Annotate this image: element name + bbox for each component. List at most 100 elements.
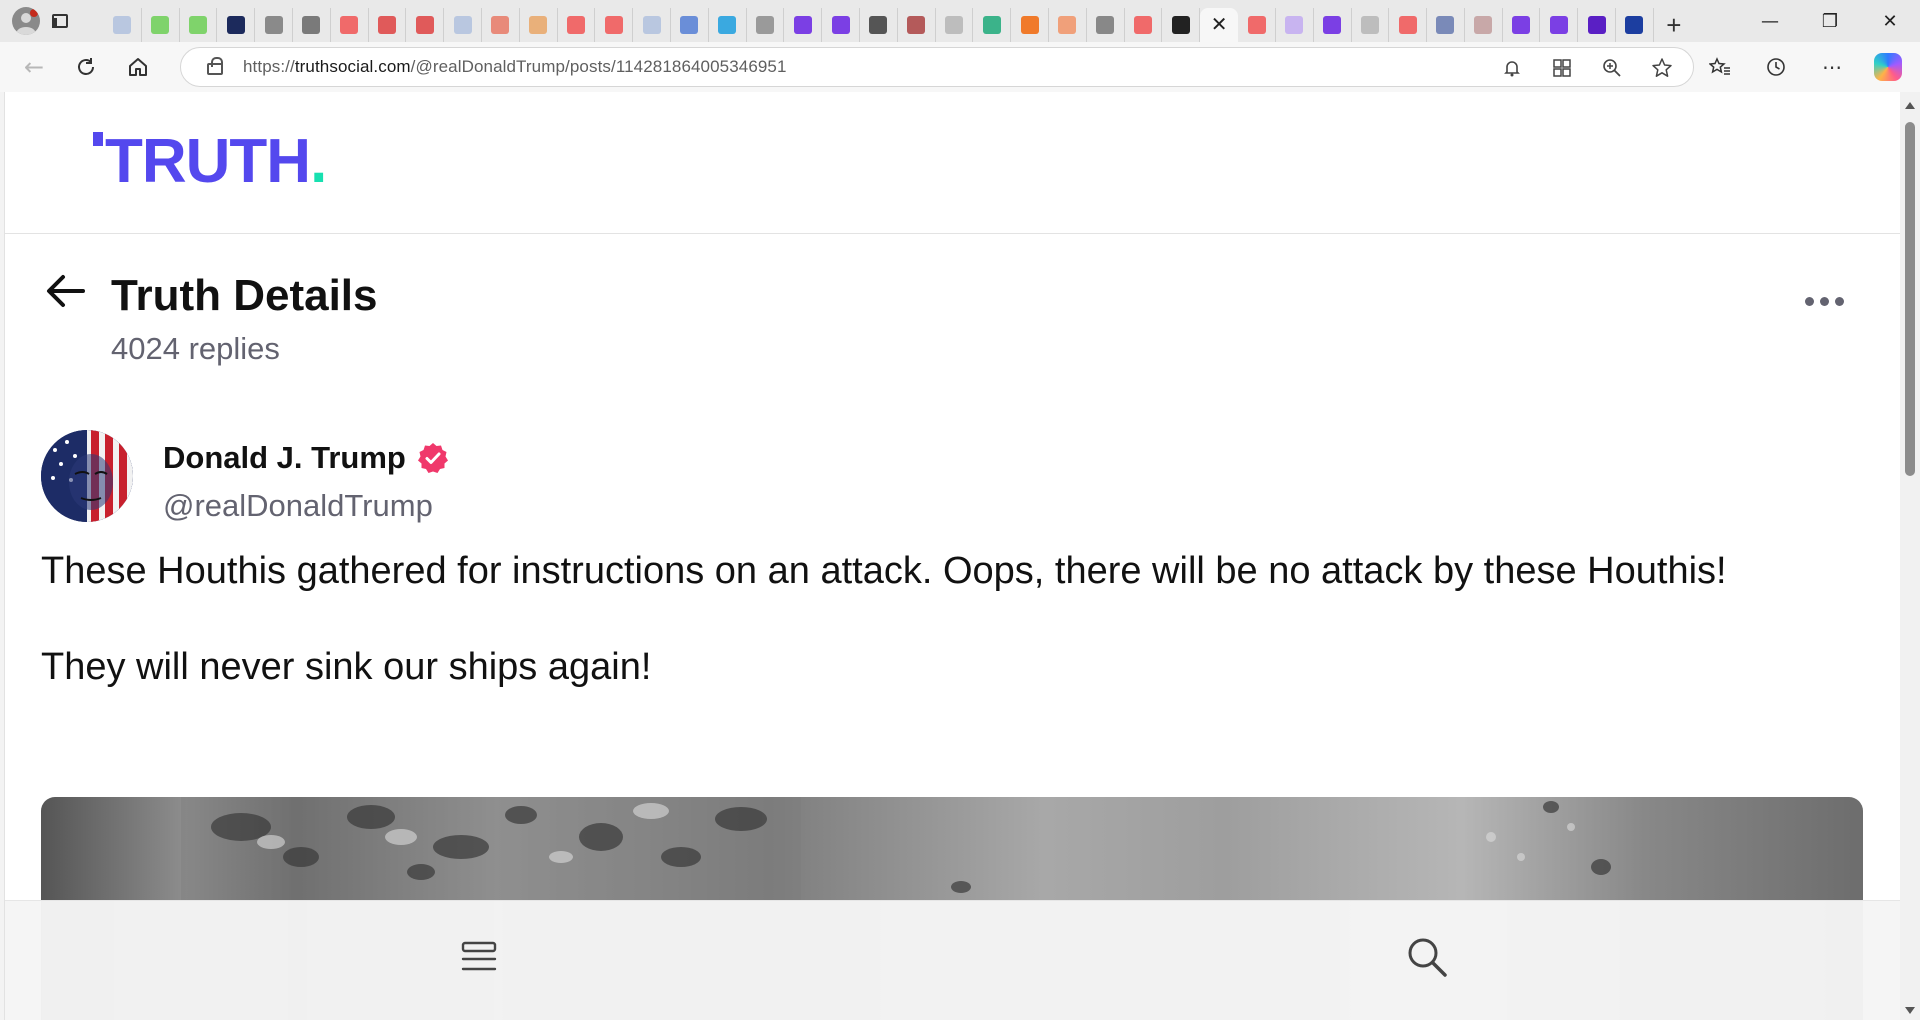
menu-icon[interactable] — [459, 937, 499, 977]
browser-tab[interactable] — [671, 8, 709, 42]
c-icon — [718, 16, 737, 34]
more-options-button[interactable] — [1805, 297, 1844, 306]
scroll-down-arrow-icon[interactable] — [1905, 1007, 1915, 1014]
browser-tab[interactable] — [1616, 8, 1654, 42]
browser-tab[interactable] — [293, 8, 331, 42]
browser-tab[interactable] — [1578, 8, 1617, 42]
author-avatar[interactable] — [41, 430, 133, 522]
search-icon[interactable] — [1405, 935, 1449, 979]
zoom-icon[interactable] — [1599, 55, 1625, 81]
youtube-icon — [566, 16, 585, 34]
scroll-up-arrow-icon[interactable] — [1905, 102, 1915, 109]
circle-icon — [529, 16, 548, 34]
page-viewport: TRUTH. Truth Details 4024 replies Donald… — [4, 92, 1900, 1020]
browser-tab[interactable] — [406, 8, 445, 42]
browser-tab[interactable] — [709, 8, 747, 42]
address-bar[interactable]: https://truthsocial.com/@realDonaldTrump… — [180, 47, 1694, 87]
browser-tab[interactable] — [898, 8, 936, 42]
browser-tab[interactable] — [1238, 8, 1276, 42]
browser-tab[interactable] — [747, 8, 785, 42]
browser-tab[interactable] — [973, 8, 1012, 42]
browser-tab[interactable] — [1427, 8, 1465, 42]
browser-tab[interactable] — [936, 8, 974, 42]
url-text[interactable]: https://truthsocial.com/@realDonaldTrump… — [243, 57, 787, 77]
play-icon — [188, 16, 207, 34]
browser-tab[interactable] — [1503, 8, 1541, 42]
browser-tab[interactable] — [822, 8, 860, 42]
browser-tab[interactable] — [633, 8, 671, 42]
dot-icon — [1835, 297, 1844, 306]
browser-tab[interactable] — [558, 8, 596, 42]
more-options-icon[interactable]: ⋯ — [1814, 49, 1850, 85]
tab-strip-left — [0, 7, 104, 35]
fox-news-icon — [226, 16, 245, 34]
google-icon — [1360, 16, 1379, 34]
browser-tab[interactable] — [1125, 8, 1163, 42]
minimize-button[interactable]: — — [1740, 0, 1800, 42]
browser-tab[interactable] — [1011, 8, 1049, 42]
browser-tab-active[interactable]: ✕ — [1200, 8, 1239, 42]
yahoo-icon — [1587, 16, 1606, 34]
browser-tab[interactable] — [444, 8, 482, 42]
browser-tab[interactable] — [1087, 8, 1125, 42]
restore-button[interactable]: ❐ — [1800, 0, 1860, 42]
refresh-button[interactable] — [68, 49, 104, 85]
profile-avatar-button[interactable] — [12, 7, 40, 35]
slash-icon — [1512, 16, 1531, 34]
back-arrow-icon[interactable] — [45, 273, 87, 309]
new-tab-button[interactable]: + — [1654, 8, 1694, 42]
favorite-star-icon[interactable] — [1649, 55, 1675, 81]
browser-right-tools: ⋯ — [1702, 42, 1920, 92]
browser-tab[interactable] — [1540, 8, 1579, 42]
home-button[interactable] — [120, 49, 156, 85]
bottom-navigation — [5, 900, 1900, 1020]
browser-tab[interactable] — [104, 8, 142, 42]
history-icon[interactable] — [1758, 49, 1794, 85]
page-scrollbar[interactable] — [1900, 92, 1920, 1020]
gp-icon — [1171, 16, 1190, 34]
scrollbar-thumb[interactable] — [1905, 122, 1915, 476]
browser-tab[interactable] — [784, 8, 823, 42]
forward-icon — [302, 16, 321, 34]
bell-icon[interactable] — [1499, 55, 1525, 81]
truth-logo[interactable]: TRUTH. — [93, 126, 327, 197]
browser-tab[interactable] — [1049, 8, 1087, 42]
back-button[interactable]: ← — [16, 49, 52, 85]
browser-tab[interactable] — [1389, 8, 1428, 42]
browser-tab[interactable] — [1465, 8, 1503, 42]
browser-tab[interactable] — [595, 8, 634, 42]
author-handle[interactable]: @realDonaldTrump — [163, 488, 433, 524]
yahoo-icon — [1323, 16, 1342, 34]
bookmark-icon — [1058, 16, 1077, 34]
browser-tab[interactable] — [1314, 8, 1352, 42]
tab-actions-button[interactable] — [46, 7, 74, 35]
close-tab-icon[interactable]: ✕ — [1211, 15, 1228, 35]
book-icon — [453, 16, 472, 34]
r-icon — [415, 16, 434, 34]
close-window-button[interactable]: ✕ — [1860, 0, 1920, 42]
browser-tab[interactable] — [180, 8, 218, 42]
bookmark-icon — [1020, 16, 1039, 34]
browser-tab[interactable] — [369, 8, 407, 42]
browser-tab[interactable] — [255, 8, 293, 42]
dot-icon — [1820, 297, 1829, 306]
tab-actions-icon — [52, 14, 68, 28]
browser-tab[interactable] — [217, 8, 256, 42]
browser-tab[interactable] — [331, 8, 369, 42]
browser-tab[interactable] — [1162, 8, 1201, 42]
youtube-icon — [340, 16, 359, 34]
lock-icon[interactable] — [207, 57, 223, 75]
browser-tab[interactable] — [860, 8, 898, 42]
favorites-icon[interactable] — [1702, 49, 1738, 85]
author-name[interactable]: Donald J. Trump — [163, 440, 450, 476]
browser-tab[interactable] — [1276, 8, 1314, 42]
browser-tab[interactable] — [520, 8, 558, 42]
youtube-icon — [1247, 16, 1266, 34]
browser-tab[interactable] — [142, 8, 180, 42]
copilot-button[interactable] — [1870, 49, 1906, 85]
site-header: TRUTH. — [5, 92, 1900, 234]
app-grid-icon[interactable] — [1549, 55, 1575, 81]
dot-icon — [1805, 297, 1814, 306]
browser-tab[interactable] — [1352, 8, 1390, 42]
browser-tab[interactable] — [482, 8, 520, 42]
